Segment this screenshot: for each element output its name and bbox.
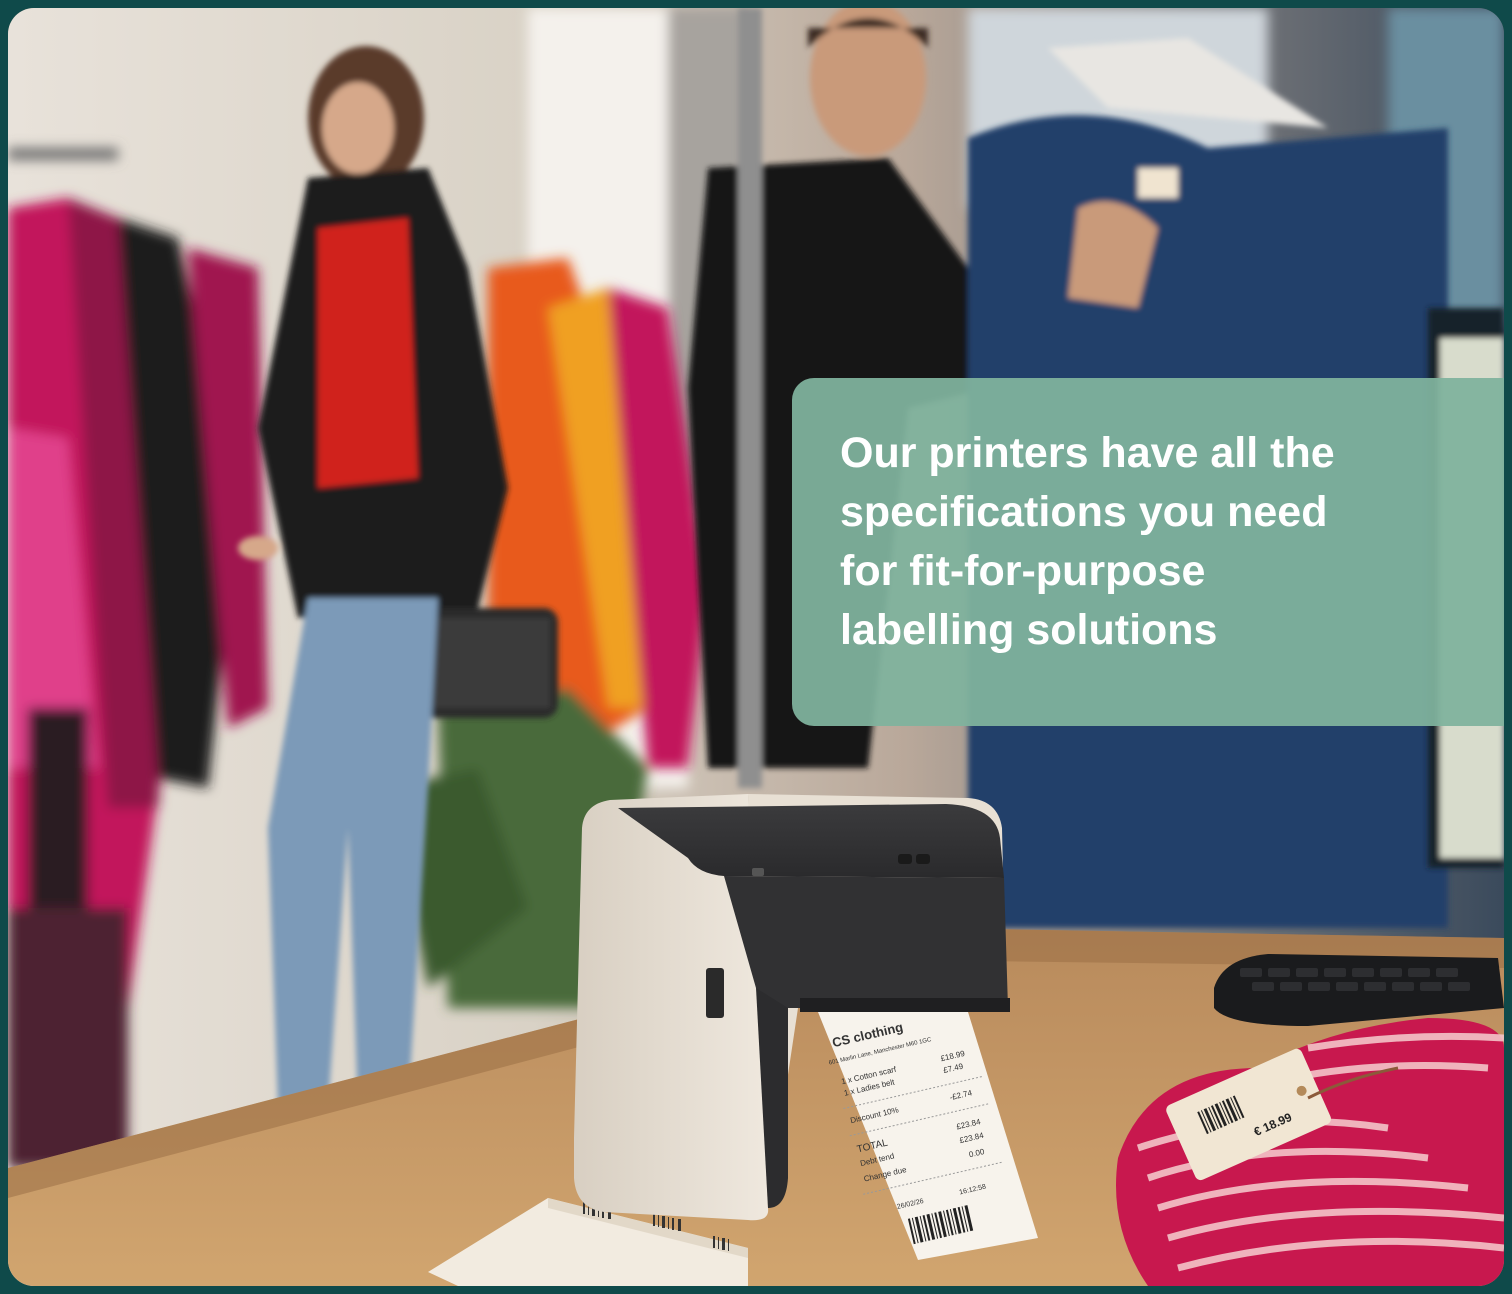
headline-line-1: Our printers have all the [840, 429, 1335, 477]
headline-line-3: for fit-for-purpose [840, 547, 1206, 595]
headline-line-4: labelling solutions [840, 606, 1218, 654]
headline-text: Our printers have all the specifications… [840, 424, 1460, 660]
headline-line-2: specifications you need [840, 488, 1328, 536]
